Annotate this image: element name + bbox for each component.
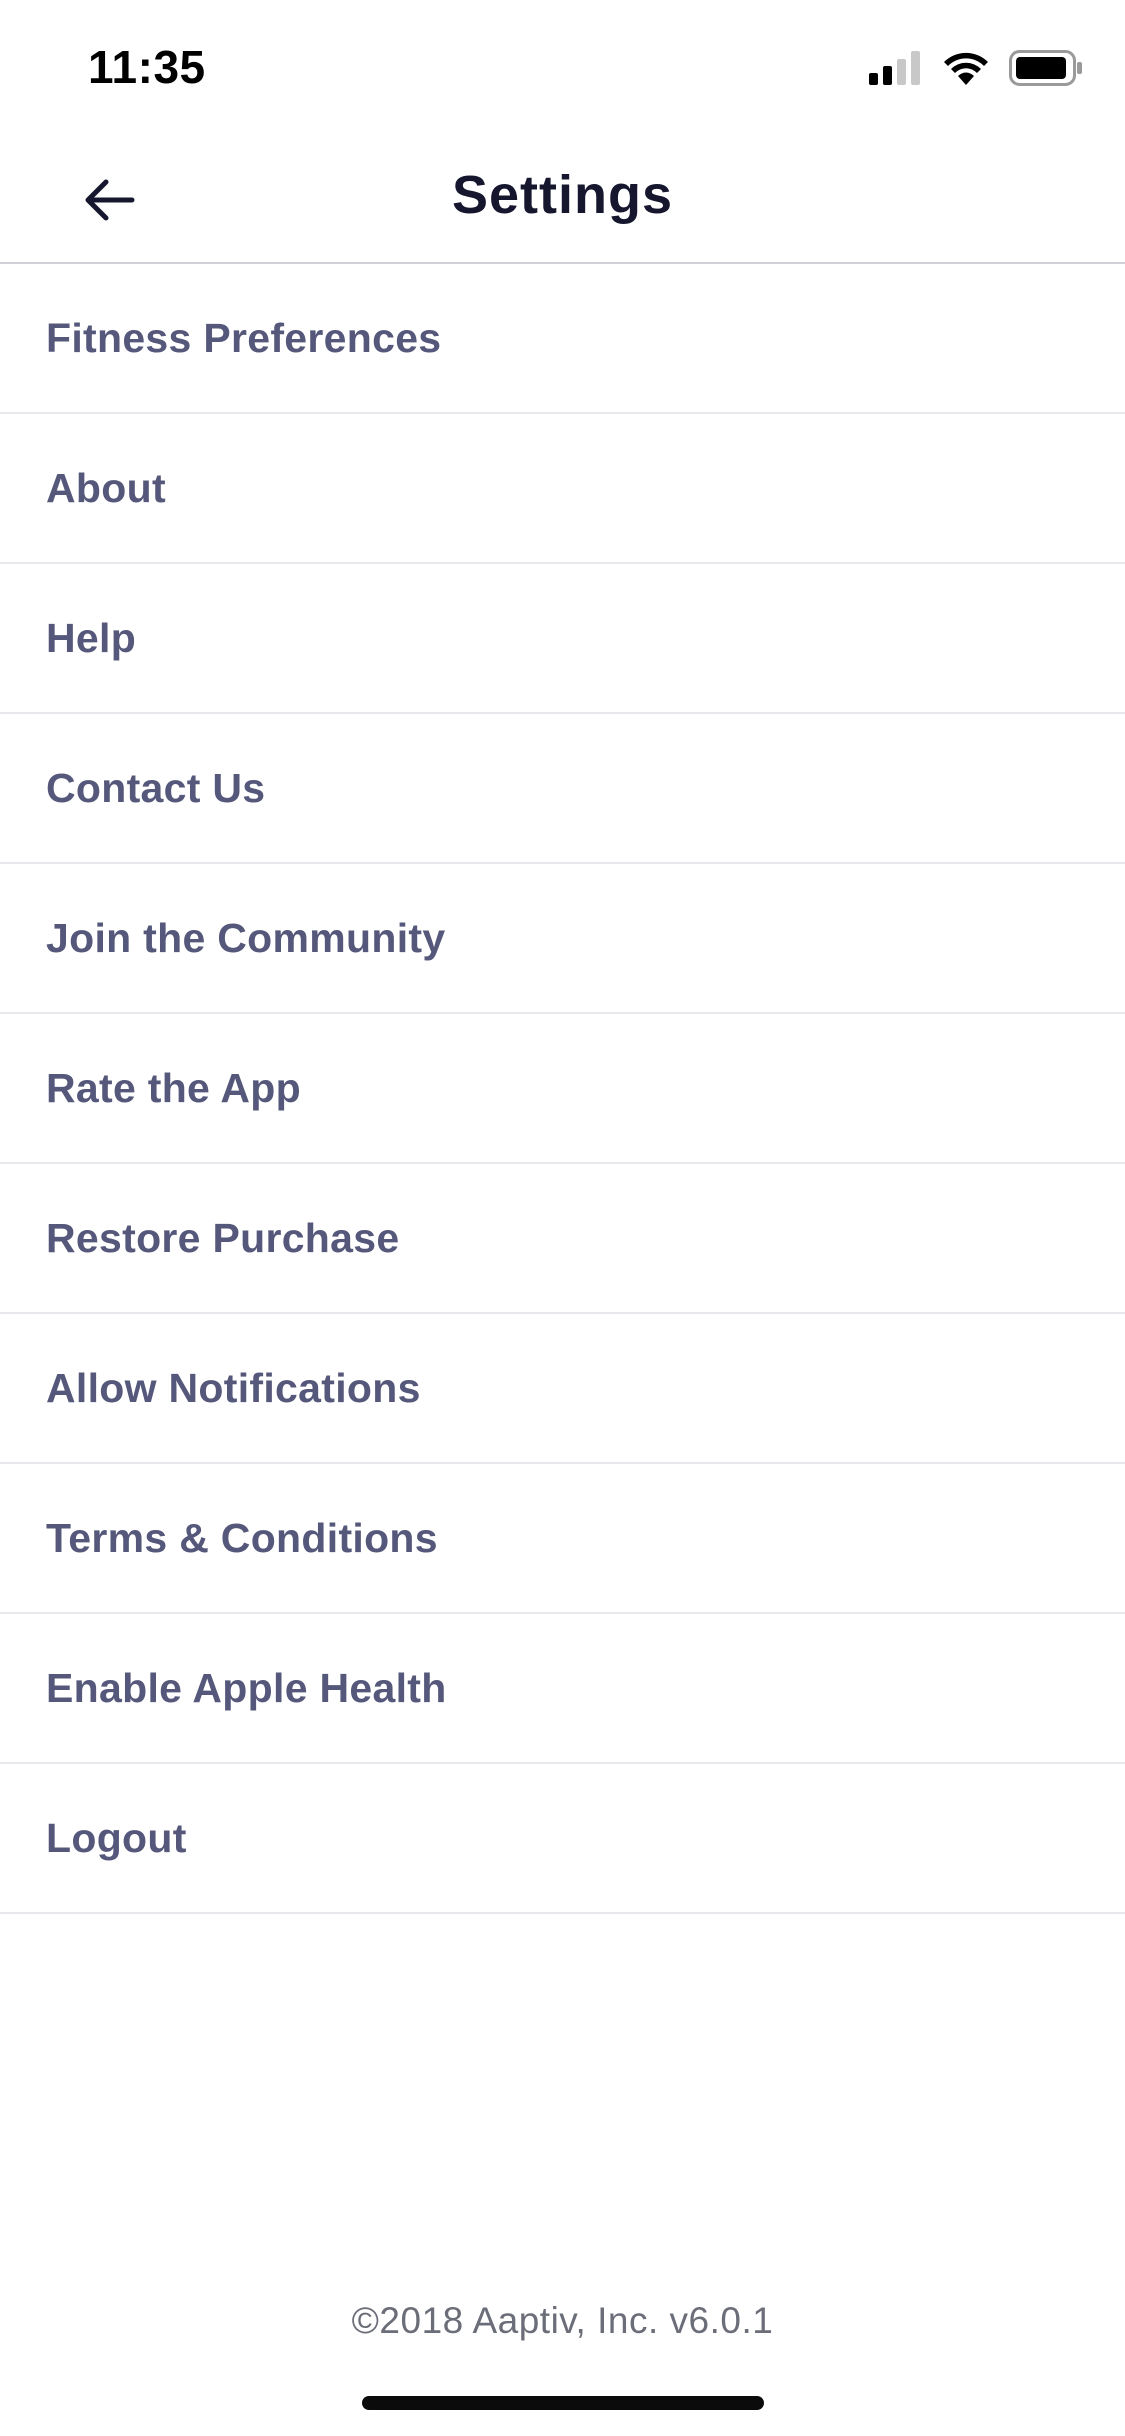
settings-item-join-community[interactable]: Join the Community [0, 864, 1125, 1014]
settings-item-label: Contact Us [46, 764, 266, 811]
settings-item-label: Rate the App [46, 1064, 301, 1111]
status-icons [869, 49, 1083, 91]
settings-item-help[interactable]: Help [0, 564, 1125, 714]
settings-item-label: Fitness Preferences [46, 314, 442, 361]
settings-item-rate-app[interactable]: Rate the App [0, 1014, 1125, 1164]
settings-item-allow-notifications[interactable]: Allow Notifications [0, 1314, 1125, 1464]
settings-item-terms-conditions[interactable]: Terms & Conditions [0, 1464, 1125, 1614]
settings-item-label: About [46, 464, 166, 511]
settings-item-fitness-preferences[interactable]: Fitness Preferences [0, 264, 1125, 414]
settings-item-label: Restore Purchase [46, 1214, 400, 1261]
settings-item-label: Help [46, 614, 137, 661]
settings-item-logout[interactable]: Logout [0, 1764, 1125, 1914]
settings-item-enable-apple-health[interactable]: Enable Apple Health [0, 1614, 1125, 1764]
status-bar: 11:35 [0, 0, 1125, 132]
settings-item-restore-purchase[interactable]: Restore Purchase [0, 1164, 1125, 1314]
copyright-version-text: ©2018 Aaptiv, Inc. v6.0.1 [351, 2300, 774, 2341]
settings-item-label: Enable Apple Health [46, 1664, 447, 1711]
cellular-signal-icon [869, 50, 923, 90]
battery-icon [1009, 49, 1083, 91]
header: Settings [0, 132, 1125, 264]
wifi-icon [943, 51, 989, 90]
settings-item-about[interactable]: About [0, 414, 1125, 564]
settings-item-label: Terms & Conditions [46, 1514, 438, 1561]
settings-item-contact-us[interactable]: Contact Us [0, 714, 1125, 864]
settings-item-label: Logout [46, 1814, 187, 1861]
settings-list: Fitness Preferences About Help Contact U… [0, 264, 1125, 1914]
page-title: Settings [451, 165, 674, 225]
settings-item-label: Allow Notifications [46, 1364, 421, 1411]
settings-item-label: Join the Community [46, 914, 446, 961]
home-indicator [362, 2396, 764, 2410]
status-time: 11:35 [88, 41, 206, 93]
